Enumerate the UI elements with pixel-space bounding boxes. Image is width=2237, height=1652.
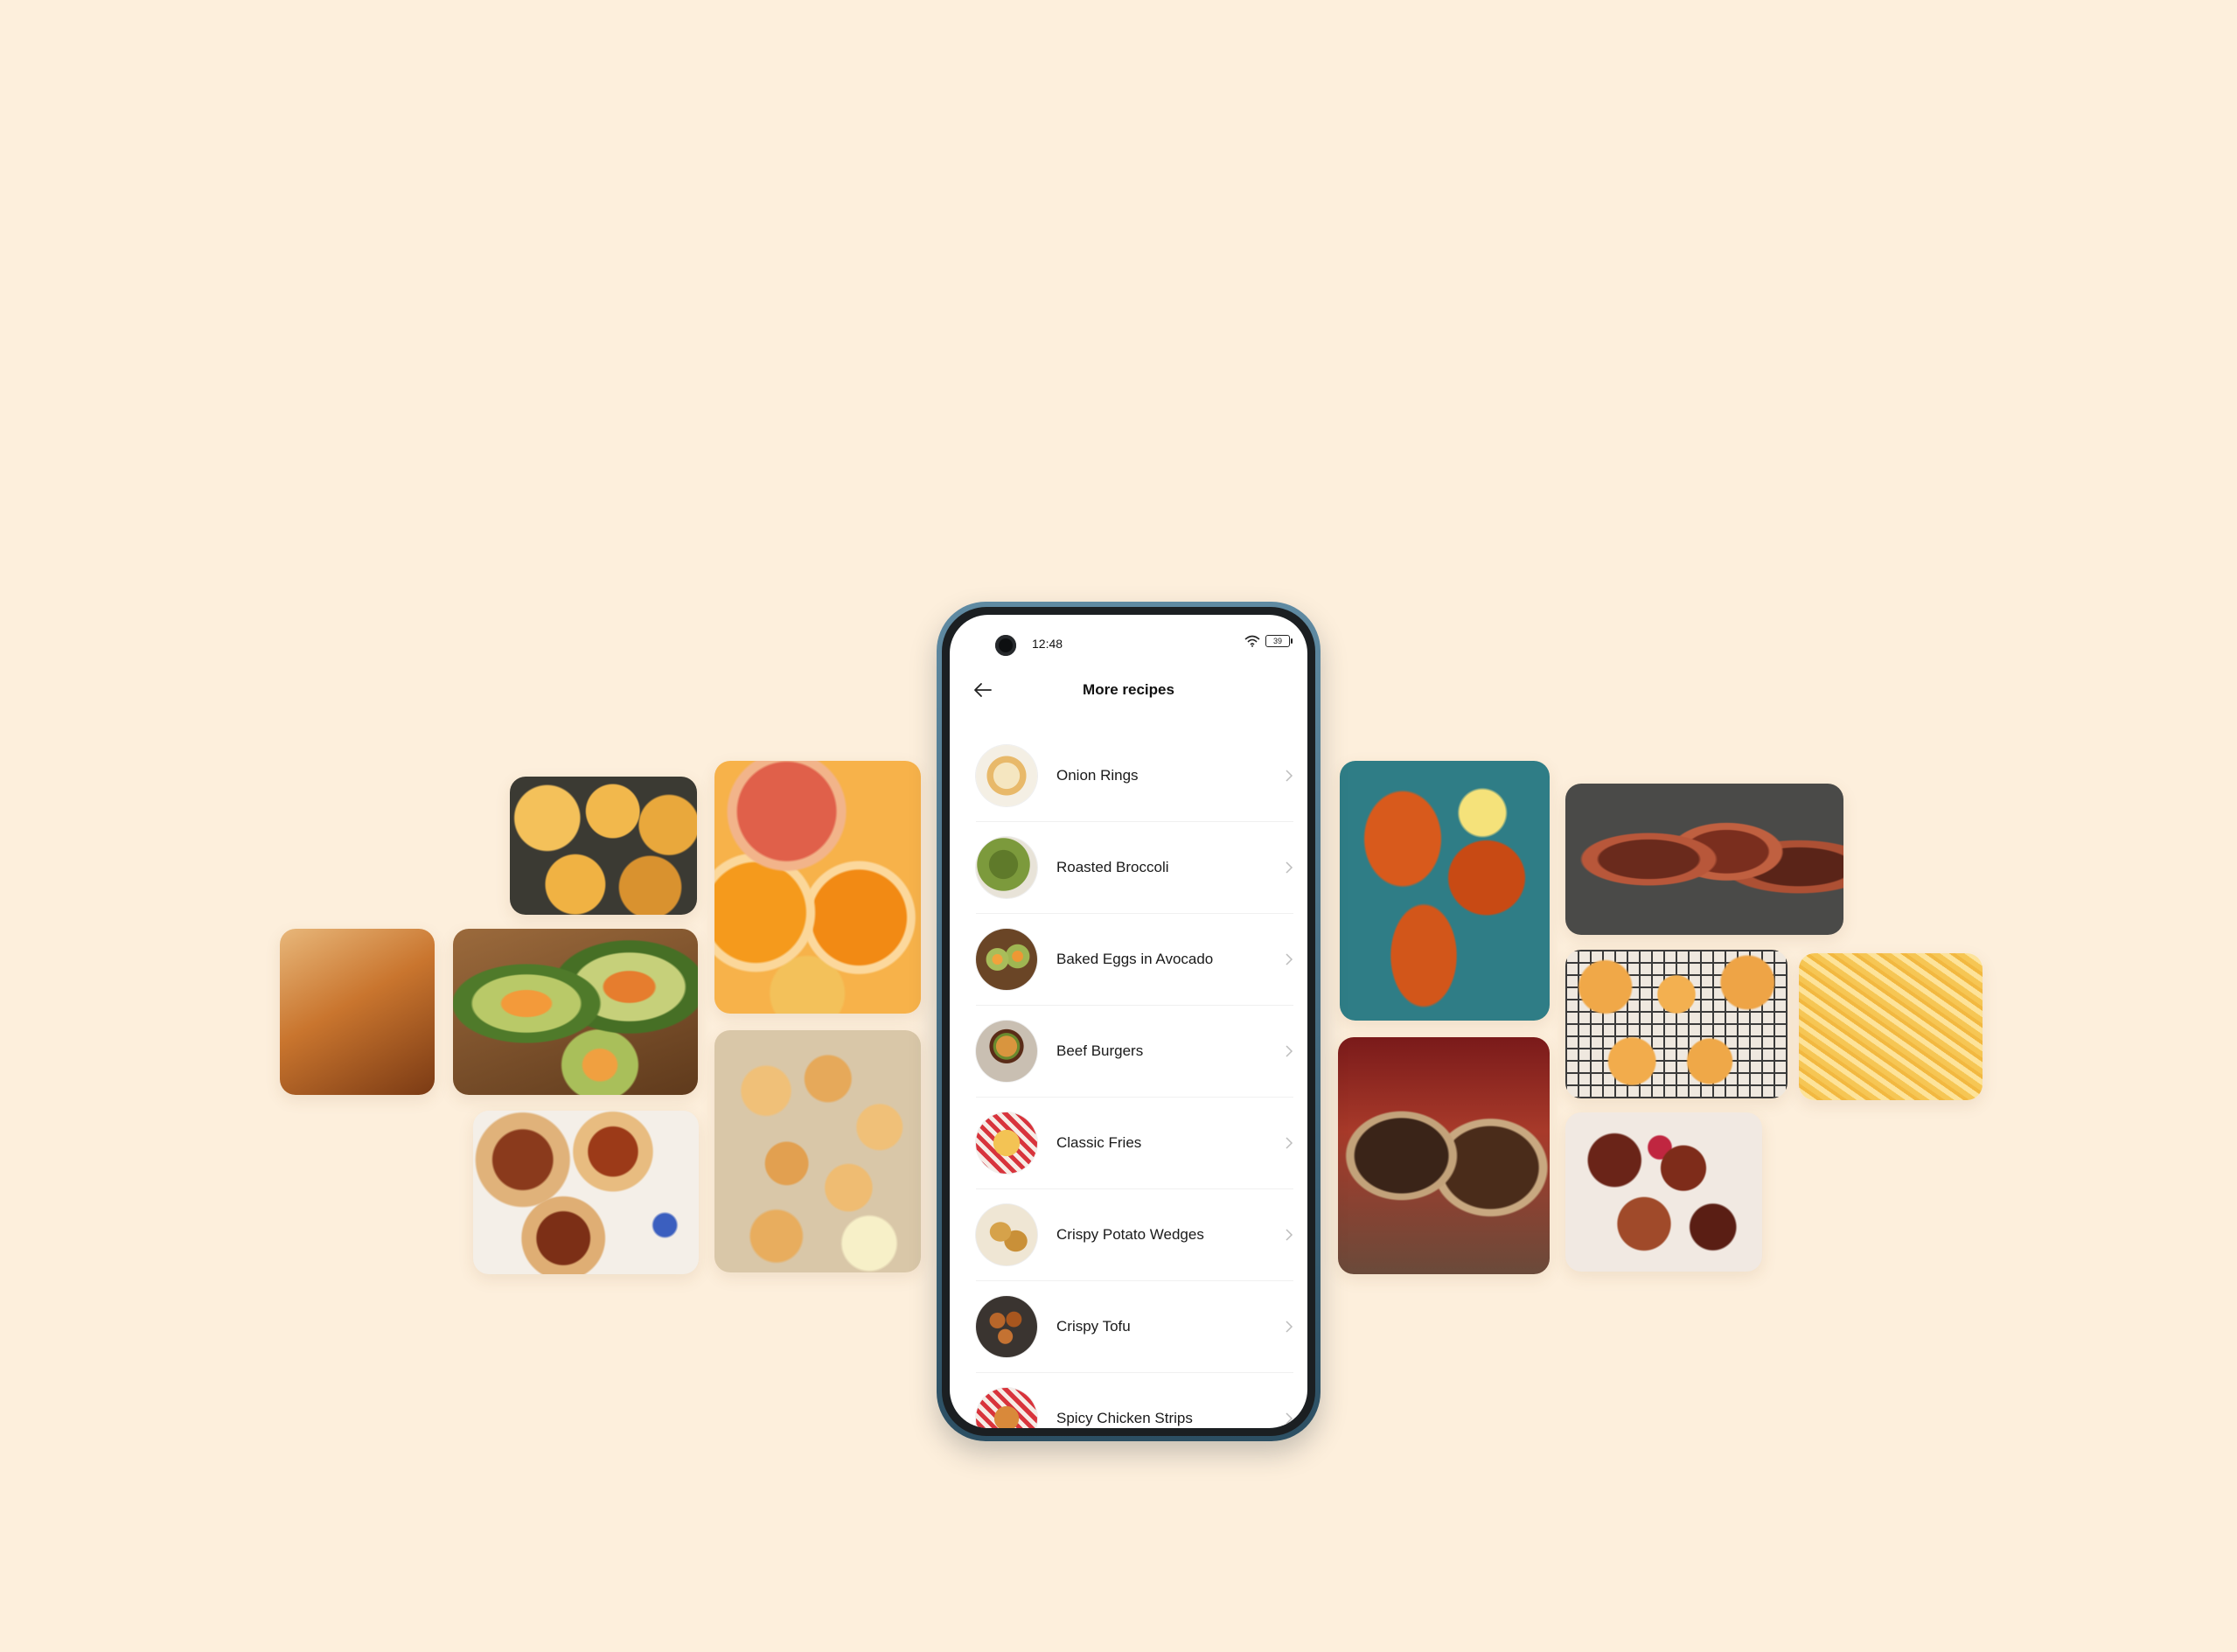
battery-icon: 39 [1265, 635, 1293, 647]
food-photo-pork-belly [1565, 1112, 1762, 1272]
recipe-label: Beef Burgers [1056, 1042, 1144, 1059]
recipe-label: Crispy Potato Wedges [1056, 1226, 1204, 1243]
recipe-item-crispy-potato-wedges[interactable]: Crispy Potato Wedges [950, 1189, 1307, 1281]
food-photo-cream-puffs [1565, 950, 1788, 1098]
recipe-label: Crispy Tofu [1056, 1318, 1131, 1335]
chevron-right-icon [1286, 1137, 1293, 1149]
recipe-list: Onion Rings Roasted Broccoli Baked Eggs … [950, 730, 1307, 1428]
chevron-right-icon [1286, 770, 1293, 782]
recipe-thumbnail [976, 1112, 1037, 1174]
phone-screen: 12:48 39 More recipes Onion Rings Roaste… [950, 615, 1307, 1428]
food-photo-cheesecake [280, 929, 435, 1095]
status-bar: 12:48 39 [950, 615, 1307, 656]
recipe-label: Onion Rings [1056, 767, 1139, 784]
chevron-right-icon [1286, 861, 1293, 874]
recipe-item-baked-eggs-in-avocado[interactable]: Baked Eggs in Avocado [950, 914, 1307, 1006]
recipe-item-classic-fries[interactable]: Classic Fries [950, 1098, 1307, 1189]
food-photo-avocado [453, 929, 698, 1095]
status-icons: 39 [1244, 635, 1293, 647]
recipe-item-spicy-chicken-strips[interactable]: Spicy Chicken Strips [950, 1373, 1307, 1428]
recipe-label: Spicy Chicken Strips [1056, 1410, 1193, 1426]
recipe-item-beef-burgers[interactable]: Beef Burgers [950, 1006, 1307, 1098]
status-time: 12:48 [1032, 637, 1063, 651]
recipe-thumbnail [976, 745, 1037, 806]
app-bar: More recipes [950, 664, 1307, 716]
front-camera [995, 635, 1016, 656]
food-photo-chicken-wings [1340, 761, 1550, 1021]
food-photo-sliced-steak [1565, 784, 1843, 935]
chevron-right-icon [1286, 1412, 1293, 1425]
recipe-thumbnail [976, 1204, 1037, 1265]
recipe-item-onion-rings[interactable]: Onion Rings [950, 730, 1307, 822]
wifi-icon [1244, 635, 1260, 647]
recipe-label: Roasted Broccoli [1056, 859, 1169, 875]
food-photo-mug-cakes [1338, 1037, 1550, 1274]
page-title: More recipes [1083, 681, 1174, 698]
recipe-thumbnail [976, 929, 1037, 990]
recipe-thumbnail [976, 837, 1037, 898]
recipe-thumbnail [976, 1388, 1037, 1428]
food-photo-taco-cups [473, 1111, 699, 1274]
chevron-right-icon [1286, 1045, 1293, 1057]
recipe-thumbnail [976, 1296, 1037, 1357]
recipe-thumbnail [976, 1021, 1037, 1082]
chevron-right-icon [1286, 953, 1293, 965]
food-photo-egg-tarts [510, 777, 697, 915]
phone-bezel: 12:48 39 More recipes Onion Rings Roaste… [942, 607, 1315, 1436]
recipe-item-crispy-tofu[interactable]: Crispy Tofu [950, 1281, 1307, 1373]
showcase-stage: 12:48 39 More recipes Onion Rings Roaste… [0, 0, 2237, 1652]
recipe-item-roasted-broccoli[interactable]: Roasted Broccoli [950, 822, 1307, 914]
food-photo-citrus-slices [714, 761, 921, 1014]
recipe-label: Classic Fries [1056, 1134, 1142, 1151]
phone-mockup: 12:48 39 More recipes Onion Rings Roaste… [937, 602, 1321, 1441]
recipe-label: Baked Eggs in Avocado [1056, 951, 1214, 967]
food-photo-fried-bites [714, 1030, 921, 1272]
chevron-right-icon [1286, 1321, 1293, 1333]
chevron-right-icon [1286, 1229, 1293, 1241]
food-photo-french-fries [1799, 953, 1983, 1100]
